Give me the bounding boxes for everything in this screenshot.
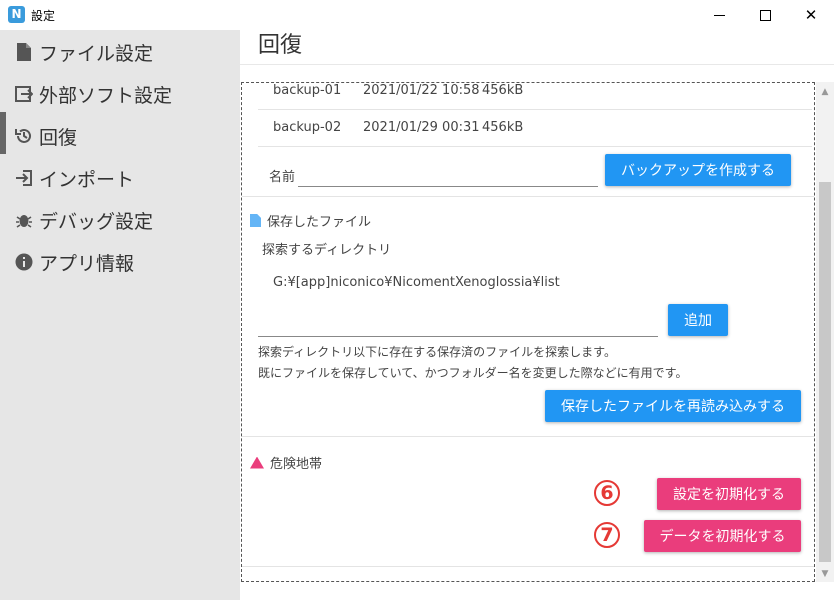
backup-name: backup-02 <box>273 120 342 135</box>
window-title: 設定 <box>31 9 56 23</box>
reload-saved-files-button[interactable]: 保存したファイルを再読み込みする <box>545 390 801 422</box>
reset-settings-button[interactable]: 設定を初期化する <box>657 478 801 510</box>
description-text: 探索ディレクトリ以下に存在する保存済のファイルを探索します。 <box>258 345 616 359</box>
sidebar-item-app-info[interactable]: アプリ情報 <box>14 247 134 277</box>
restore-panel: backup-01 2021/01/22 10:58 456kB backup-… <box>241 82 815 582</box>
table-row[interactable]: backup-02 2021/01/29 00:31 456kB <box>258 109 812 147</box>
directory-input[interactable] <box>258 309 658 337</box>
backup-name-input[interactable] <box>298 159 598 187</box>
title-bar: N 設定 ✕ <box>0 0 834 30</box>
sidebar-item-label: デバッグ設定 <box>39 210 154 233</box>
sidebar-item-label: 回復 <box>39 126 78 149</box>
reset-data-button[interactable]: データを初期化する <box>644 520 801 552</box>
import-icon <box>14 168 34 188</box>
sidebar-item-import[interactable]: インポート <box>14 163 134 193</box>
scrollbar[interactable]: ▲ ▼ <box>816 82 834 582</box>
directory-path: G:¥[app]niconico¥NicomentXenoglossia¥lis… <box>273 275 560 290</box>
danger-zone-heading: 危険地帯 <box>250 453 322 472</box>
section-divider <box>242 566 814 567</box>
section-divider <box>242 196 814 197</box>
minimize-icon <box>713 14 725 16</box>
app-logo: N <box>8 6 25 23</box>
sidebar-item-label: インポート <box>39 168 135 191</box>
restore-icon <box>14 126 34 146</box>
maximize-button[interactable] <box>742 0 788 30</box>
add-directory-button[interactable]: 追加 <box>668 304 728 336</box>
saved-files-heading-text: 保存したファイル <box>267 215 372 230</box>
backup-name: backup-01 <box>273 83 342 98</box>
close-button[interactable]: ✕ <box>788 0 834 30</box>
backup-size: 456kB <box>482 120 524 135</box>
file-icon <box>250 214 261 227</box>
description-text: 既にファイルを保存していて、かつフォルダー名を変更した際などに有用です。 <box>258 366 688 380</box>
sidebar: ファイル設定 外部ソフト設定 回復 インポート デバッグ設定 アプリ情報 <box>0 30 240 600</box>
scroll-thumb[interactable] <box>819 182 831 562</box>
annotation-marker-7: 7 <box>594 522 620 548</box>
backup-name-label: 名前 <box>269 170 296 185</box>
external-software-icon <box>14 84 34 104</box>
sidebar-item-label: アプリ情報 <box>39 252 135 275</box>
backup-size: 456kB <box>482 83 524 98</box>
file-icon <box>14 42 34 62</box>
page-title: 回復 <box>258 33 303 58</box>
minimize-button[interactable] <box>696 0 742 30</box>
search-directory-label: 探索するディレクトリ <box>262 243 392 258</box>
maximize-icon <box>759 9 771 21</box>
scroll-down-icon[interactable]: ▼ <box>816 566 834 582</box>
saved-files-heading: 保存したファイル <box>250 211 371 230</box>
backup-datetime: 2021/01/29 00:31 <box>363 120 480 135</box>
sidebar-item-label: ファイル設定 <box>39 42 154 65</box>
sidebar-item-label: 外部ソフト設定 <box>39 84 173 107</box>
danger-zone-heading-text: 危険地帯 <box>270 457 323 472</box>
close-icon: ✕ <box>804 6 818 24</box>
header-divider <box>240 64 834 65</box>
sidebar-item-restore[interactable]: 回復 <box>14 121 77 151</box>
info-icon <box>14 252 34 272</box>
warning-icon <box>250 456 264 469</box>
backup-datetime: 2021/01/22 10:58 <box>363 83 480 98</box>
scroll-up-icon[interactable]: ▲ <box>816 84 834 100</box>
sidebar-active-indicator <box>0 112 6 154</box>
table-row[interactable]: backup-01 2021/01/22 10:58 456kB <box>258 83 812 110</box>
section-divider <box>242 436 814 437</box>
bug-icon <box>14 210 34 230</box>
annotation-marker-6: 6 <box>594 480 620 506</box>
sidebar-item-external-software[interactable]: 外部ソフト設定 <box>14 79 172 109</box>
create-backup-button[interactable]: バックアップを作成する <box>605 154 791 186</box>
sidebar-item-debug-settings[interactable]: デバッグ設定 <box>14 205 153 235</box>
sidebar-item-file-settings[interactable]: ファイル設定 <box>14 37 153 67</box>
